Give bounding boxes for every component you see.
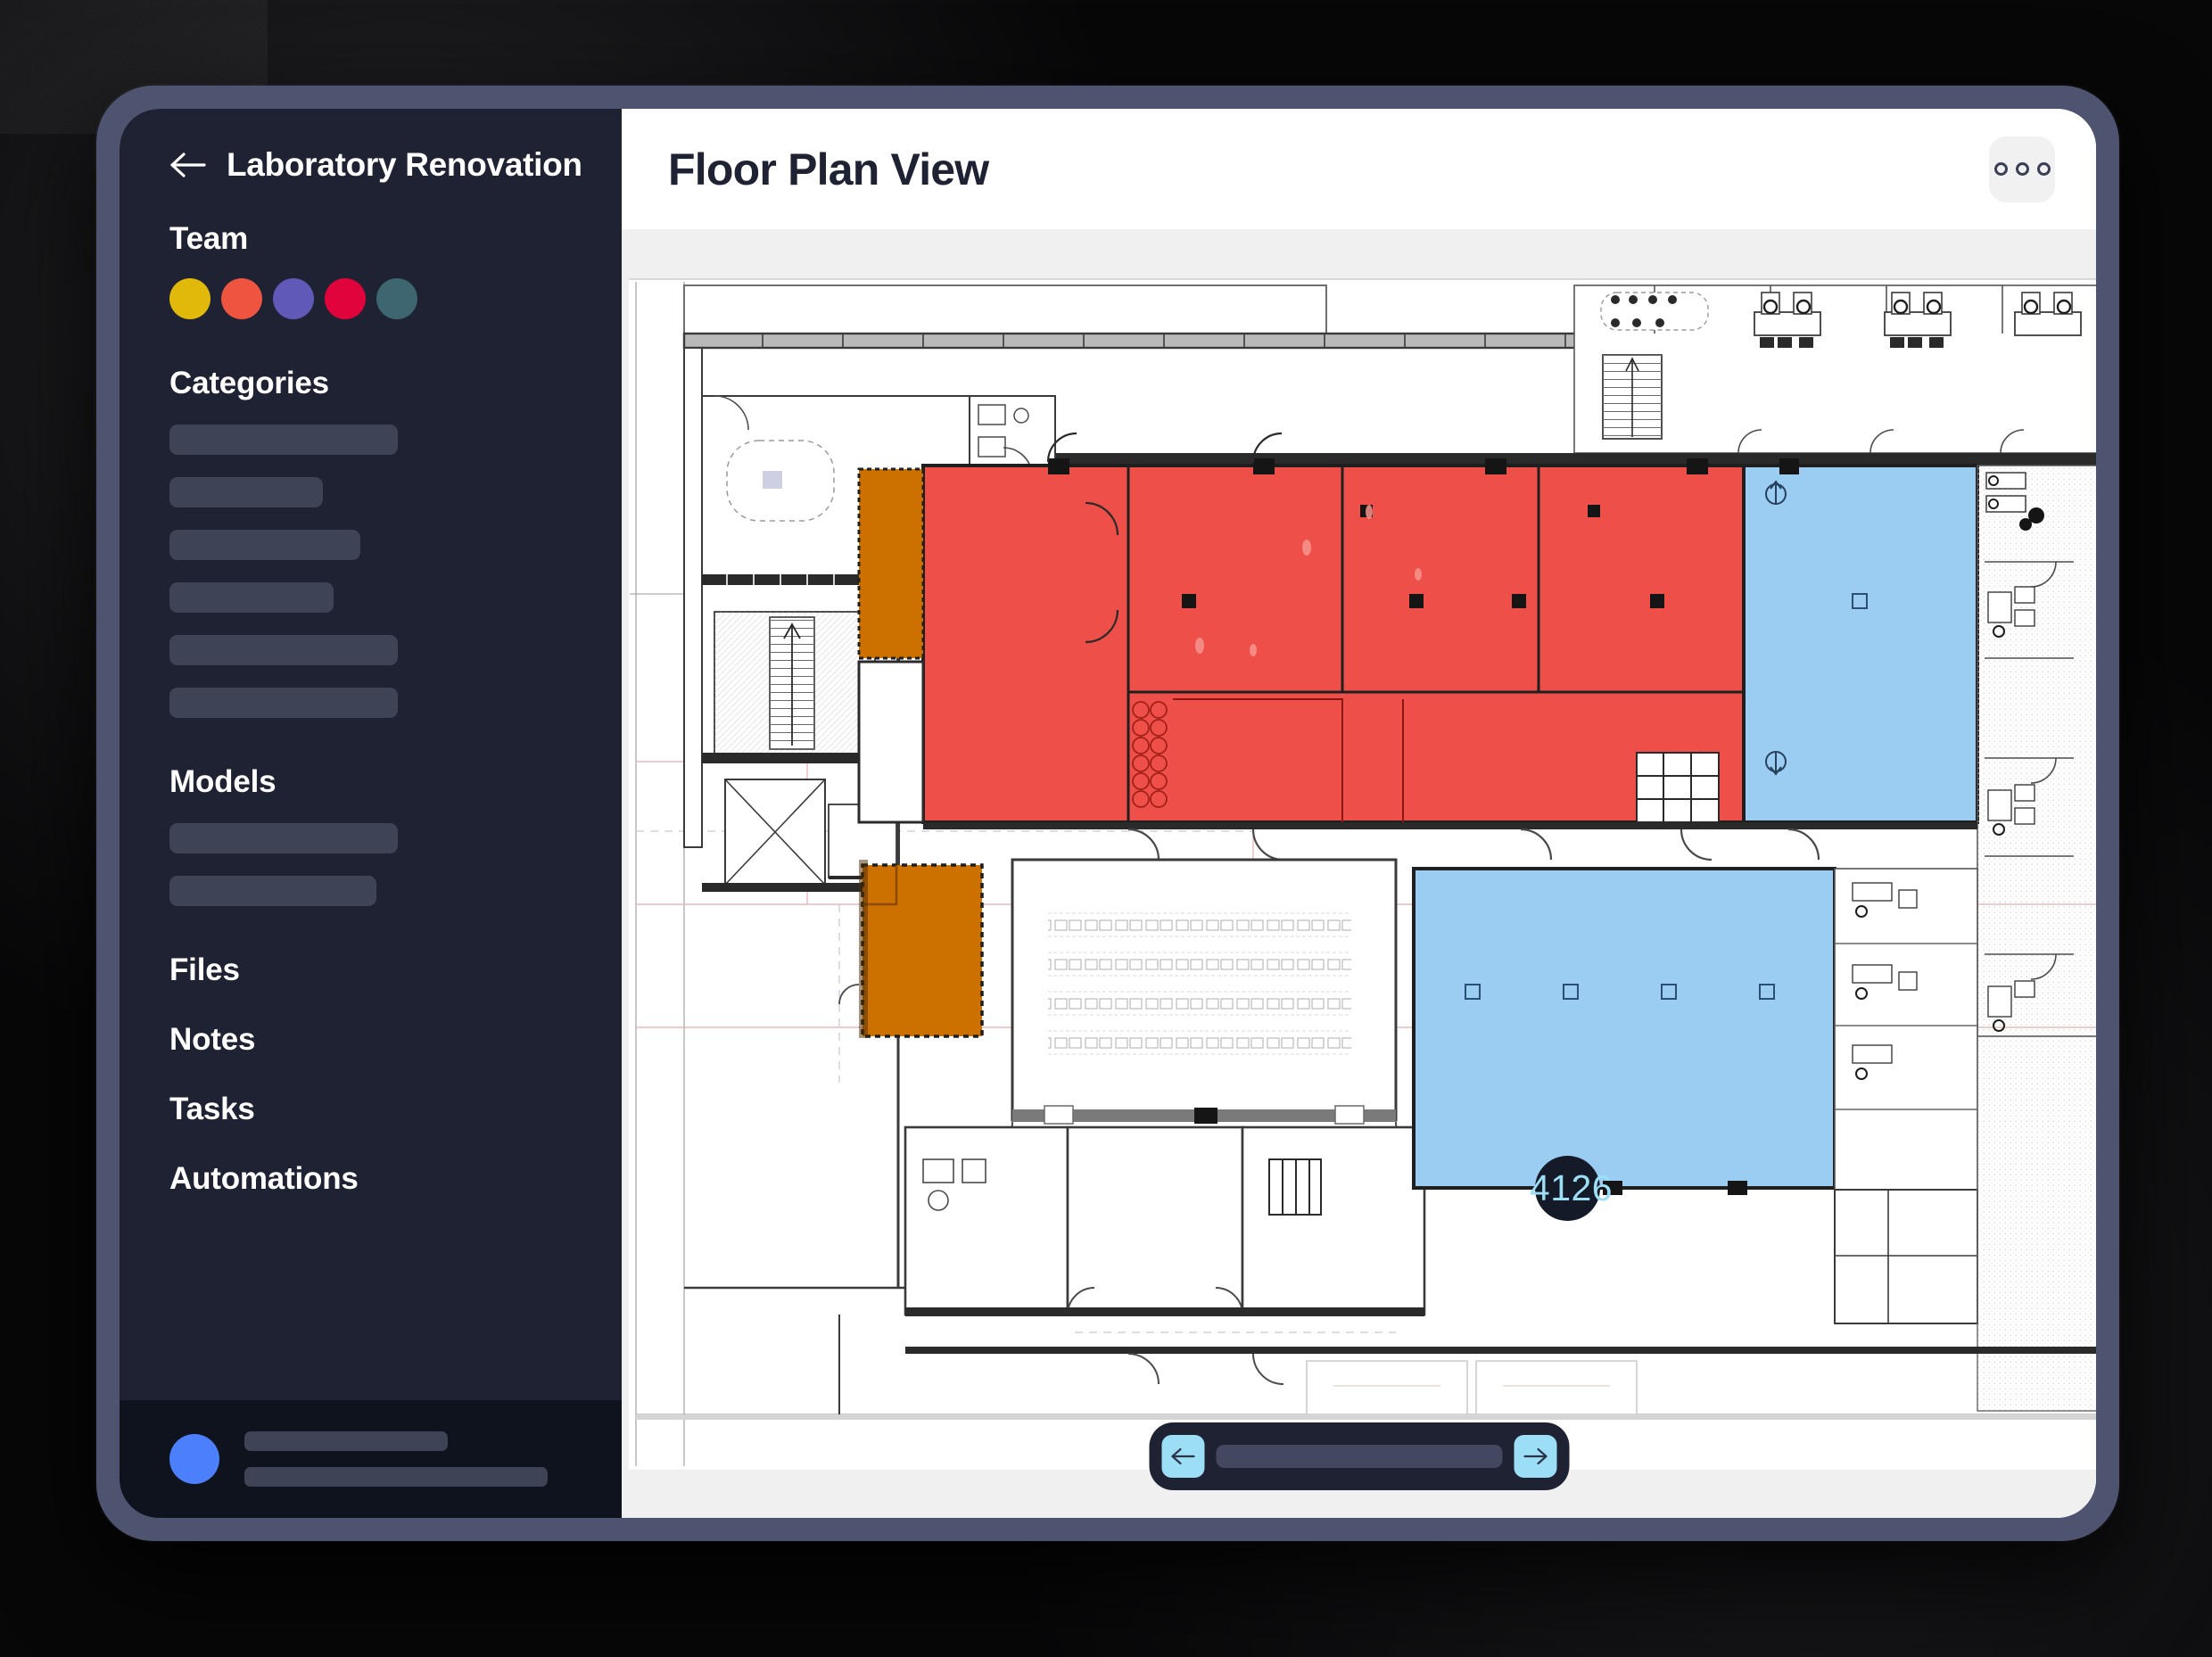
marker-label: 4126: [1529, 1167, 1614, 1208]
sidebar-header[interactable]: Laboratory Renovation: [120, 146, 622, 184]
more-horizontal-icon[interactable]: [1989, 136, 2055, 202]
sidebar-user-footer[interactable]: [120, 1400, 622, 1518]
avatar[interactable]: [169, 1434, 219, 1484]
user-detail-placeholder: [244, 1467, 548, 1487]
team-avatar[interactable]: [376, 278, 417, 319]
floor-plan-drawing: [629, 280, 2096, 1470]
categories-list: [120, 425, 622, 718]
category-item-placeholder[interactable]: [169, 582, 334, 613]
sidebar-item-notes[interactable]: Notes: [120, 1022, 622, 1058]
tablet-screen: Laboratory Renovation Team Categories Mo…: [120, 109, 2096, 1518]
category-item-placeholder[interactable]: [169, 635, 398, 665]
topbar: Floor Plan View: [622, 109, 2096, 229]
arrow-left-icon[interactable]: [1161, 1435, 1204, 1478]
category-item-placeholder[interactable]: [169, 425, 398, 455]
user-info-placeholder: [244, 1431, 548, 1487]
more-dot: [1993, 162, 2008, 176]
page-title: Floor Plan View: [668, 144, 989, 194]
team-avatar[interactable]: [221, 278, 262, 319]
sidebar: Laboratory Renovation Team Categories Mo…: [120, 109, 622, 1518]
arrow-right-icon[interactable]: [1514, 1435, 1556, 1478]
models-list: [120, 823, 622, 906]
team-heading: Team: [169, 221, 249, 256]
floor-plan-canvas[interactable]: 4126: [622, 229, 2096, 1518]
model-item-placeholder[interactable]: [169, 876, 376, 906]
floor-plan-sheet[interactable]: [629, 278, 2096, 1470]
arrow-left-icon[interactable]: [169, 150, 207, 180]
category-item-placeholder[interactable]: [169, 477, 323, 507]
tablet-device-frame: Laboratory Renovation Team Categories Mo…: [96, 86, 2119, 1541]
floor-pager: [1149, 1422, 1569, 1490]
categories-heading: Categories: [169, 366, 329, 400]
team-avatar-list: [120, 278, 622, 319]
category-item-placeholder[interactable]: [169, 688, 398, 718]
sidebar-item-automations[interactable]: Automations: [120, 1161, 622, 1197]
more-dot: [2036, 162, 2051, 176]
team-avatar[interactable]: [273, 278, 314, 319]
main-panel: Floor Plan View 4126: [622, 109, 2096, 1518]
sidebar-item-files[interactable]: Files: [120, 952, 622, 988]
more-dot: [2015, 162, 2029, 176]
room-marker-4126[interactable]: 4126: [1530, 1156, 1613, 1221]
sidebar-nav: Files Notes Tasks Automations: [120, 952, 622, 1197]
team-avatar[interactable]: [325, 278, 366, 319]
user-name-placeholder: [244, 1431, 448, 1451]
sidebar-scroll-area: Laboratory Renovation Team Categories Mo…: [120, 109, 622, 1400]
model-item-placeholder[interactable]: [169, 823, 398, 853]
project-title: Laboratory Renovation: [227, 146, 582, 183]
sidebar-item-tasks[interactable]: Tasks: [120, 1092, 622, 1127]
team-avatar[interactable]: [169, 278, 210, 319]
pager-track[interactable]: [1216, 1445, 1502, 1468]
models-heading: Models: [169, 764, 276, 799]
category-item-placeholder[interactable]: [169, 530, 360, 560]
